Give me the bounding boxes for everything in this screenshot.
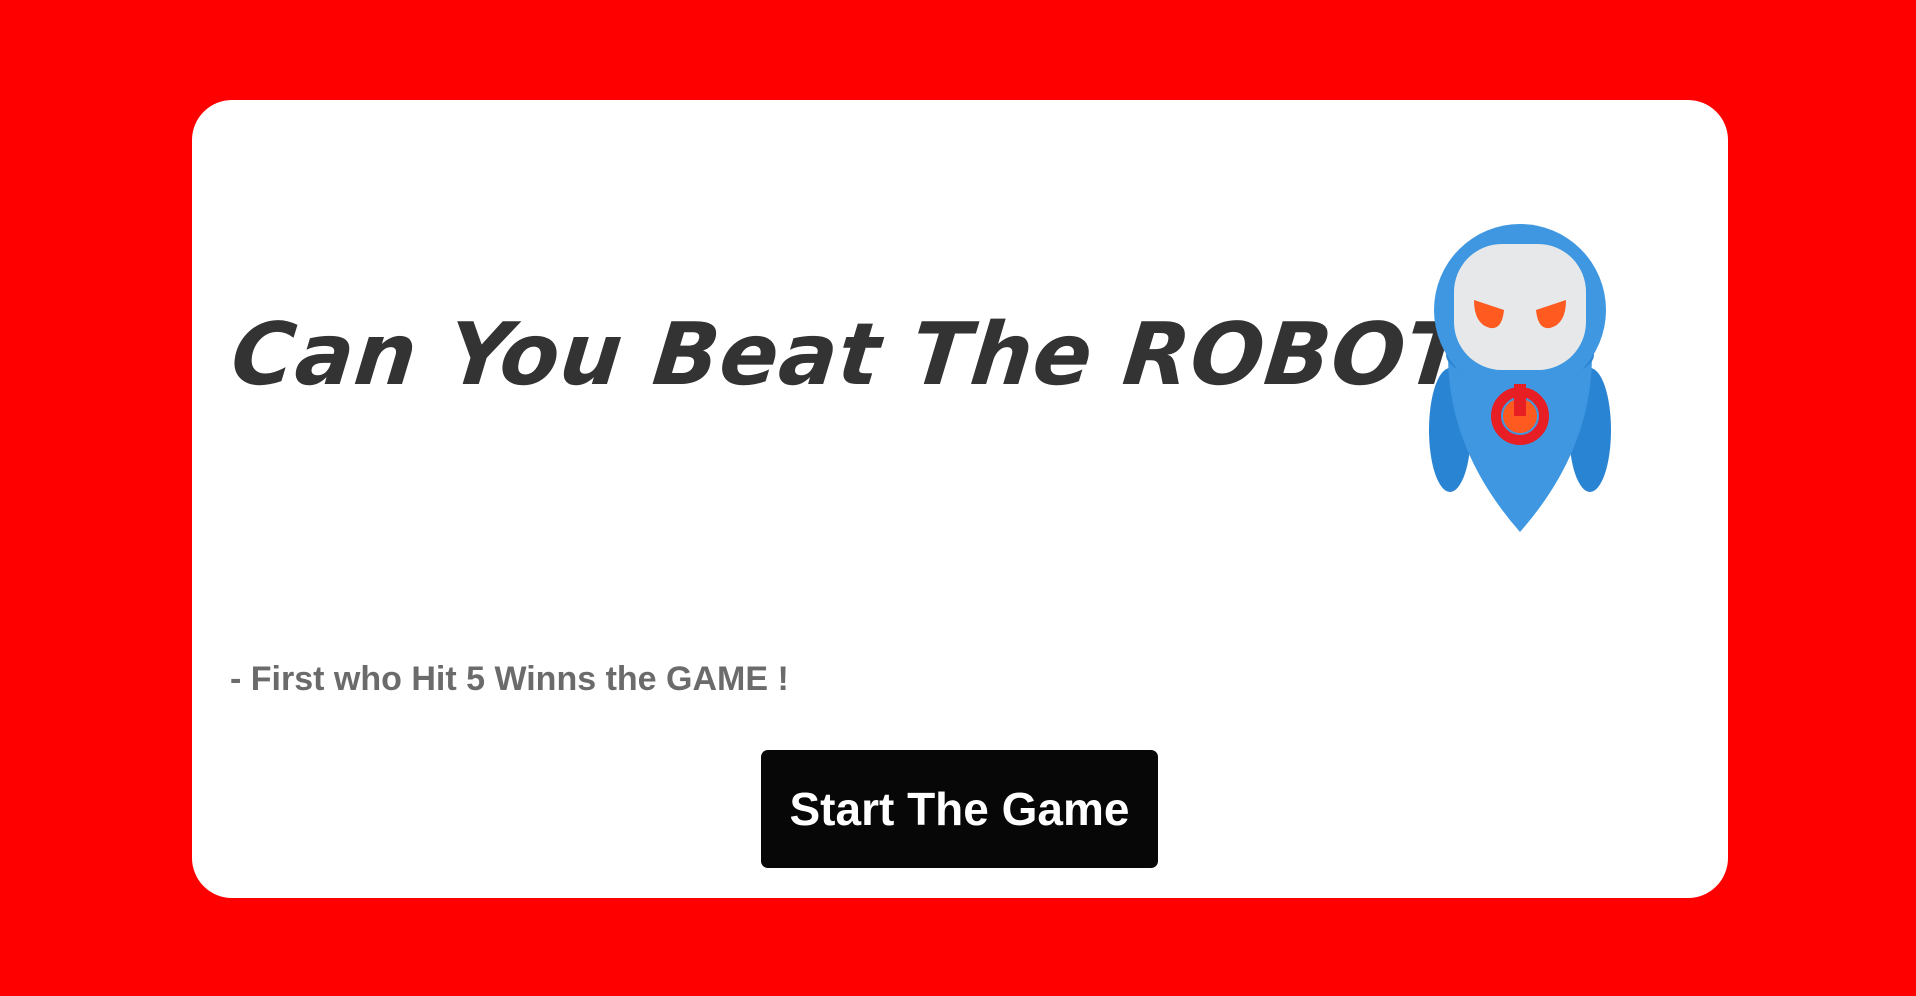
game-title: Can You Beat The ROBOT ! [226,305,1542,405]
game-rule: - First who Hit 5 Winns the GAME ! [230,660,789,698]
game-card: Can You Beat The ROBOT ! - First who Hit… [192,100,1728,898]
robot-icon [1429,224,1611,532]
start-game-button[interactable]: Start The Game [761,750,1158,868]
